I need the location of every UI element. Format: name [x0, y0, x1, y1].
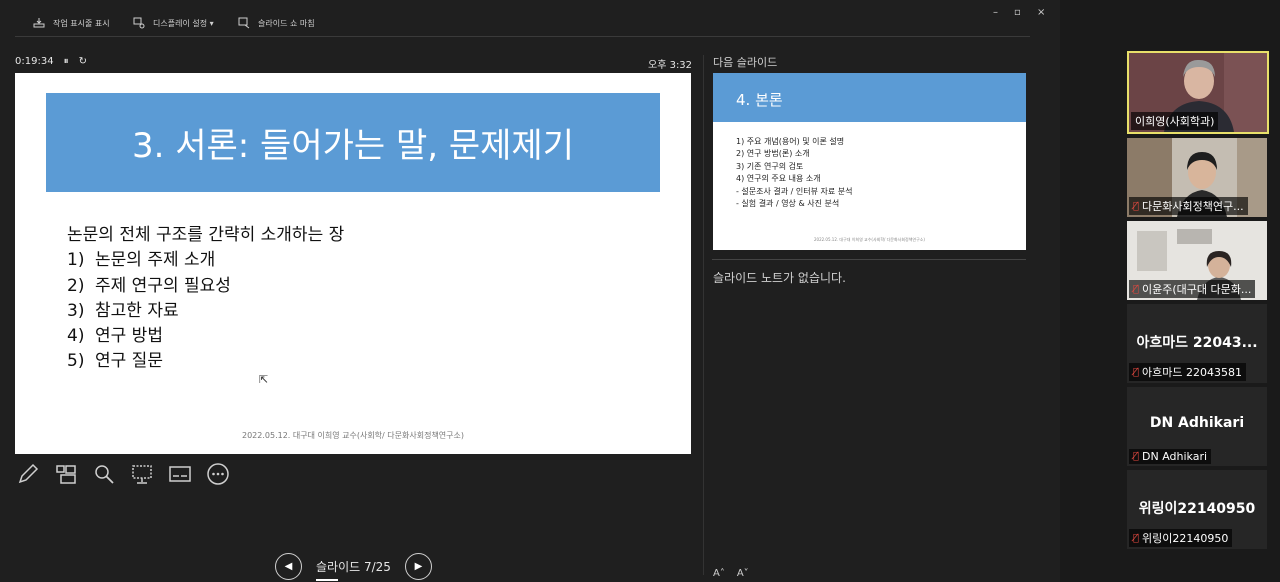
black-screen-icon[interactable] [129, 461, 154, 486]
mic-muted-icon: 🎙̸ [1133, 366, 1140, 378]
next-slide-header: 다음 슬라이드 [713, 56, 778, 69]
participant-display-name: 위링이22140950 [1138, 501, 1256, 517]
list-item: 2) 주제 연구의 필요성 [67, 275, 231, 296]
participant-name: 🎙̸ 이윤주(대구대 다문화... [1129, 280, 1256, 298]
display-settings-label: 디스플레이 설정 ▾ [153, 18, 214, 28]
toolbar-divider [15, 36, 1030, 37]
mic-muted-icon: 🎙̸ [1133, 283, 1140, 295]
end-slideshow-label: 슬라이드 쇼 마침 [258, 18, 315, 28]
participant-name: 🎙̸ 다문화사회정책연구... [1129, 197, 1248, 215]
minimize-button[interactable]: – [993, 7, 998, 18]
list-item: 5) 연구 질문 [67, 351, 163, 372]
list-item: - 실험 결과 / 영상 & 사진 분석 [736, 199, 840, 209]
participant-name: 이희영(사회학과) [1131, 112, 1219, 130]
zoom-icon[interactable] [91, 461, 116, 486]
list-item: 4) 연구의 주요 내용 소개 [736, 174, 821, 184]
chevron-right-icon: ▶ [414, 561, 423, 572]
see-all-slides-icon[interactable] [53, 461, 78, 486]
decrease-font-button[interactable]: A˅ [737, 568, 749, 579]
next-slide-body: 1) 주요 개념(용어) 및 이론 설명 2) 연구 방법(론) 소개 3) 기… [736, 136, 853, 210]
taskbar-icon [33, 18, 45, 28]
increase-font-button[interactable]: A˄ [713, 568, 725, 579]
slide-title: 3. 서론: 들어가는 말, 문제제기 [131, 126, 574, 166]
subtitles-icon[interactable] [167, 461, 192, 486]
current-time: 오후 3:32 [648, 60, 693, 71]
slide-counter-label: 슬라이드 7/25 [316, 560, 391, 574]
elapsed-time: 0:19:34 [15, 56, 54, 67]
end-show-icon [238, 17, 250, 29]
font-size-controls: A˄ A˅ [713, 568, 749, 579]
pause-timer-button[interactable]: ⏸ [64, 56, 69, 67]
next-slide-button[interactable]: ▶ [404, 553, 432, 580]
next-slide-footer: 2022.05.12. 대구대 이희영 교수(사회학/ 다문화사회정책연구소) [813, 237, 925, 242]
slide-navigation: ◀ 슬라이드 7/25 ▶ [275, 553, 432, 581]
participant-display-name: DN Adhikari [1149, 415, 1245, 431]
list-item: - 설문조사 결과 / 인터뷰 자료 분석 [736, 186, 853, 196]
chevron-left-icon: ◀ [284, 561, 293, 572]
end-slideshow-button[interactable]: 슬라이드 쇼 마침 [238, 17, 315, 29]
participant-tile[interactable]: 위링이22140950 🎙̸ 위링이22140950 [1127, 470, 1267, 549]
participant-name: 🎙̸ 위링이22140950 [1129, 529, 1233, 547]
list-item: 2) 연구 방법(론) 소개 [736, 149, 810, 159]
participant-tile[interactable]: 🎙̸ 다문화사회정책연구... [1127, 138, 1267, 217]
slide-intro: 논문의 전체 구조를 간략히 소개하는 장 [67, 225, 345, 245]
reset-timer-button[interactable]: ↻ [79, 56, 87, 67]
display-settings-button[interactable]: 디스플레이 설정 ▾ [133, 17, 214, 29]
current-slide[interactable]: 3. 서론: 들어가는 말, 문제제기 논문의 전체 구조를 간략히 소개하는 … [15, 73, 691, 454]
list-item: 4) 연구 방법 [67, 326, 163, 347]
list-item: 3) 기존 연구의 검토 [736, 161, 804, 171]
previous-slide-button[interactable]: ◀ [275, 553, 302, 580]
list-item: 3) 참고한 자료 [67, 300, 179, 321]
notes-divider [712, 259, 1026, 260]
next-slide-title: 4. 본론 [736, 91, 783, 109]
presenter-view: 작업 표시줄 표시 디스플레이 설정 ▾ 슬라이드 쇼 마침 – ▫ × 0:1… [0, 0, 1060, 582]
mouse-cursor-icon: ⇱ [259, 373, 269, 386]
slide-tools [15, 461, 230, 486]
mic-muted-icon: 🎙̸ [1133, 532, 1140, 544]
next-slide-preview[interactable]: 4. 본론 1) 주요 개념(용어) 및 이론 설명 2) 연구 방법(론) 소… [713, 73, 1026, 250]
more-options-icon[interactable] [205, 461, 230, 486]
speaker-notes[interactable]: 슬라이드 노트가 없습니다. [713, 269, 846, 286]
show-taskbar-label: 작업 표시줄 표시 [53, 18, 110, 28]
slide-title-bar: 3. 서론: 들어가는 말, 문제제기 [46, 93, 660, 192]
slide-body: 논문의 전체 구조를 간략히 소개하는 장 1) 논문의 주제 소개 2) 주제 연… [67, 223, 344, 375]
participant-name: 🎙̸ DN Adhikari [1129, 449, 1212, 464]
presenter-toolbar: 작업 표시줄 표시 디스플레이 설정 ▾ 슬라이드 쇼 마침 – ▫ × [0, 0, 1060, 46]
pane-divider[interactable] [703, 55, 704, 575]
close-button[interactable]: × [1037, 7, 1045, 18]
slide-counter: 슬라이드 7/25 [316, 558, 391, 581]
participant-tile[interactable]: 🎙̸ 이윤주(대구대 다문화... [1127, 221, 1267, 300]
participant-tile[interactable]: DN Adhikari 🎙̸ DN Adhikari [1127, 387, 1267, 466]
participant-name: 🎙̸ 아흐마드 22043581 [1129, 363, 1246, 381]
show-taskbar-button[interactable]: 작업 표시줄 표시 [33, 17, 110, 29]
mic-muted-icon: 🎙̸ [1133, 451, 1140, 462]
display-settings-icon [133, 17, 145, 29]
timer: 0:19:34 ⏸ ↻ [15, 56, 87, 67]
participant-display-name: 아흐마드 22043... [1136, 335, 1258, 351]
restore-button[interactable]: ▫ [1014, 7, 1021, 18]
pen-icon[interactable] [15, 461, 40, 486]
list-item: 1) 주요 개념(용어) 및 이론 설명 [736, 137, 845, 146]
progress-indicator [316, 579, 338, 581]
list-item: 1) 논문의 주제 소개 [67, 250, 216, 271]
participant-tile[interactable]: 아흐마드 22043... 🎙̸ 아흐마드 22043581 [1127, 304, 1267, 383]
mic-muted-icon: 🎙̸ [1133, 200, 1140, 212]
slide-footer: 2022.05.12. 대구대 이희영 교수(사회학/ 다문화사회정책연구소) [241, 431, 464, 440]
participant-tile[interactable]: 이희영(사회학과) [1127, 51, 1269, 134]
